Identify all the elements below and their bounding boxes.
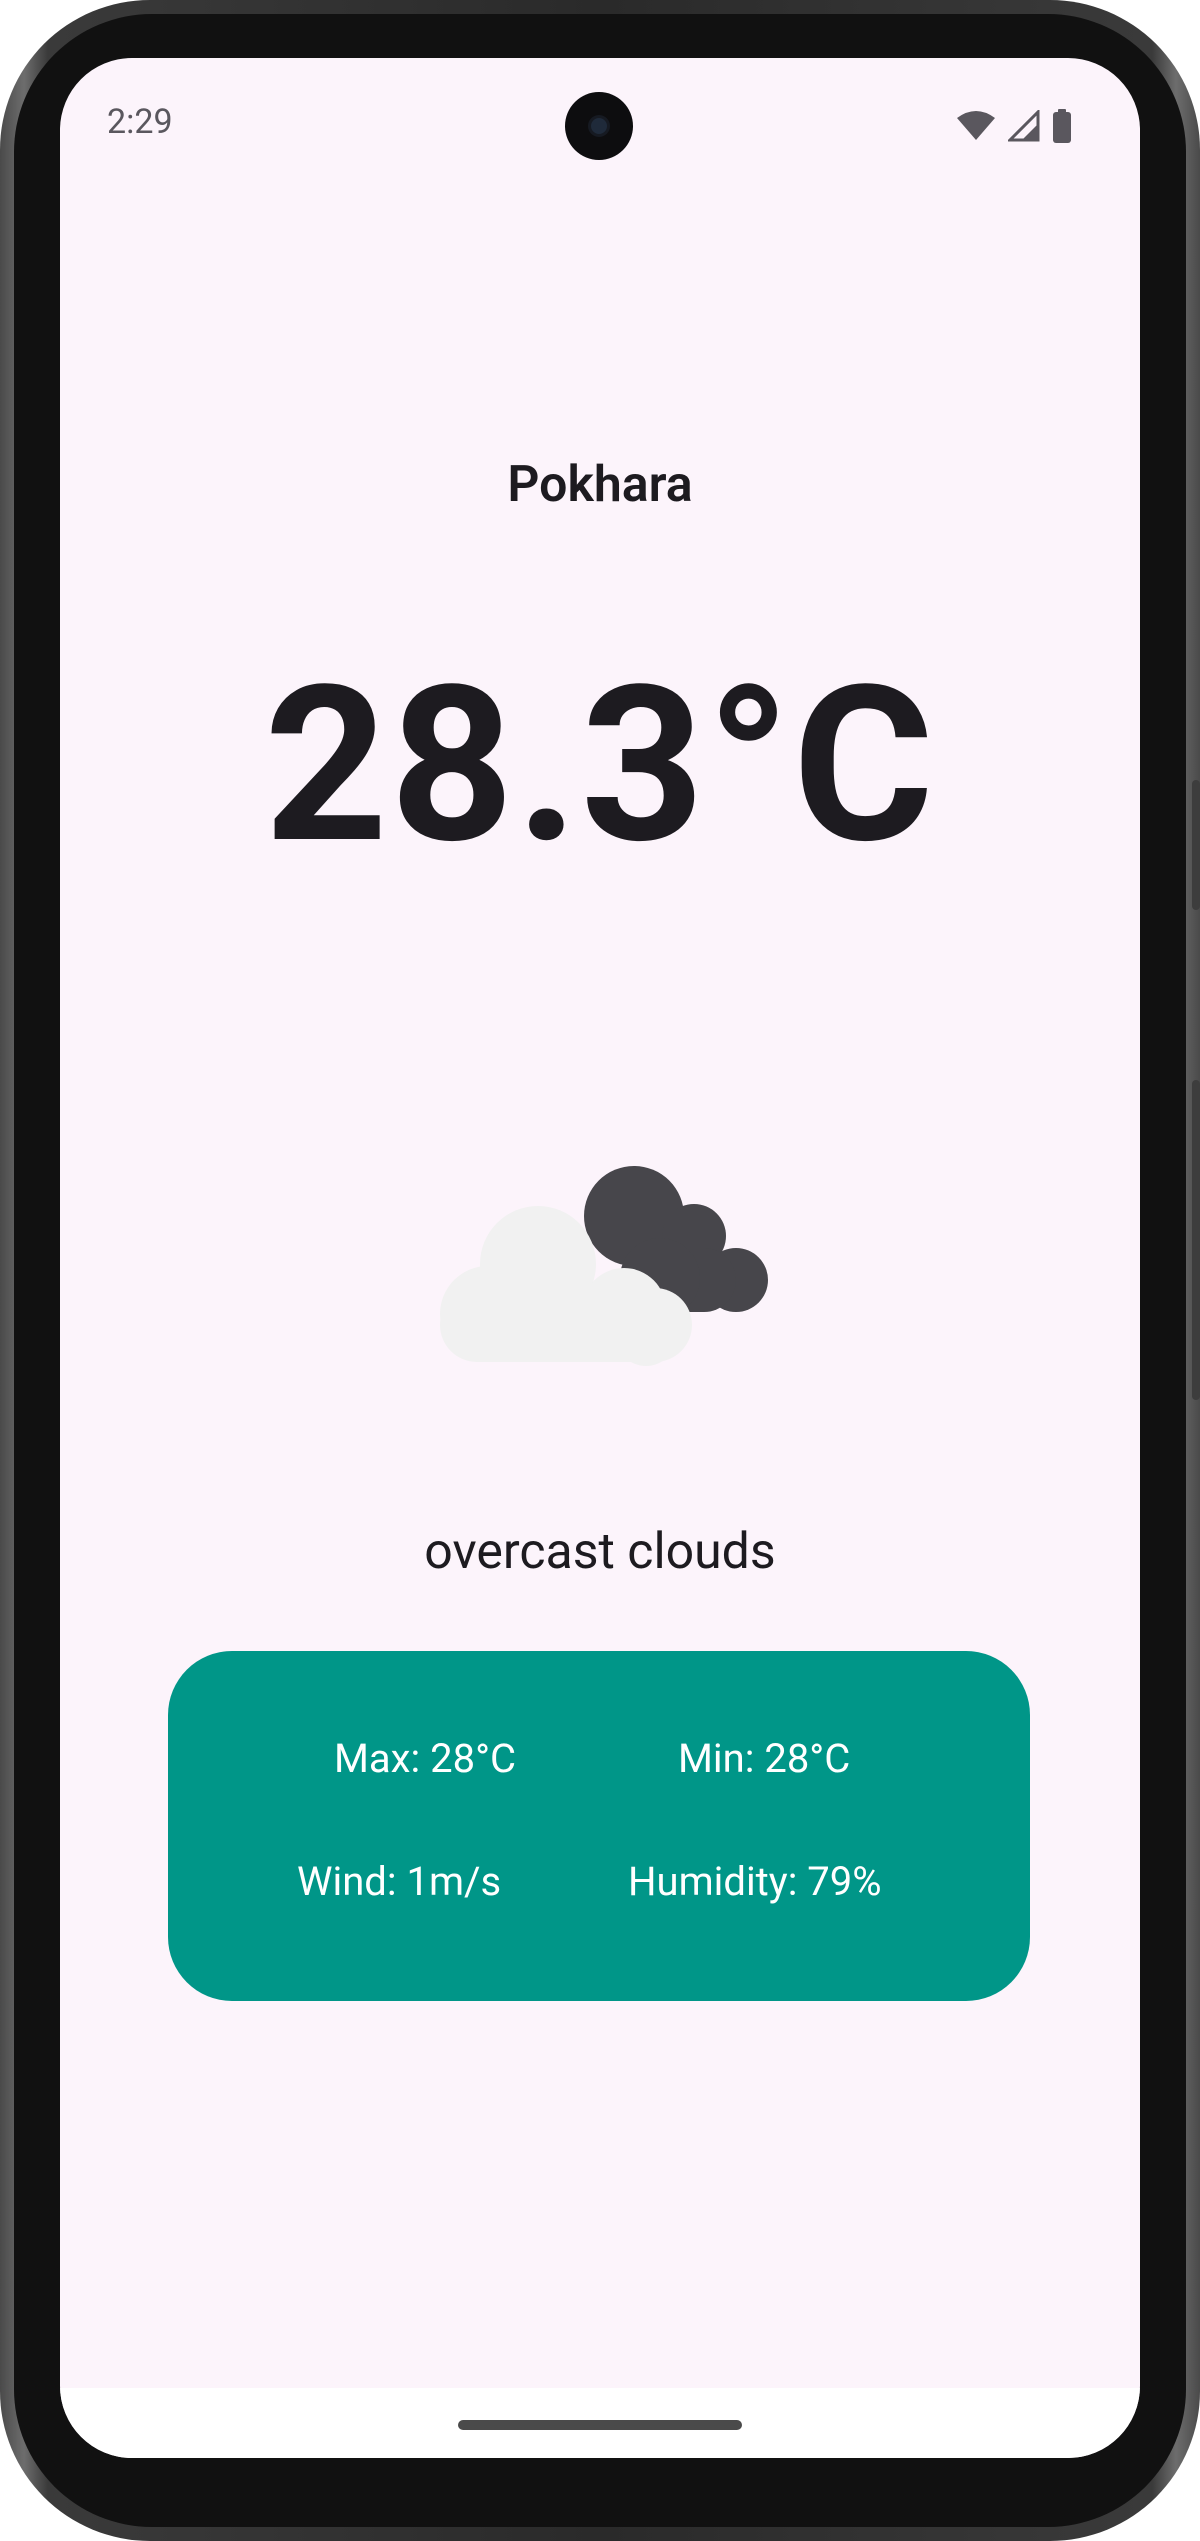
app-screen: 2:29 Pokhara 28.3°C overcast clouds Max:… — [60, 58, 1140, 2458]
home-indicator[interactable] — [458, 2420, 742, 2430]
volume-button — [1192, 780, 1200, 910]
humidity: Humidity: 79% — [628, 1858, 882, 1905]
wifi-icon — [957, 111, 995, 140]
wind-speed: Wind: 1m/s — [297, 1858, 502, 1905]
max-temperature: Max: 28°C — [334, 1735, 517, 1782]
weather-stats-card: Max: 28°C Min: 28°C Wind: 1m/s Humidity:… — [168, 1651, 1030, 2001]
min-temperature: Min: 28°C — [678, 1735, 851, 1782]
status-time: 2:29 — [107, 102, 173, 142]
front-camera — [565, 92, 633, 160]
phone-frame: 2:29 Pokhara 28.3°C overcast clouds Max:… — [0, 0, 1200, 2541]
signal-icon — [1008, 110, 1040, 142]
weather-description: overcast clouds — [424, 1523, 776, 1581]
overcast-clouds-icon — [440, 1166, 768, 1366]
city-name: Pokhara — [507, 456, 693, 514]
battery-icon — [1053, 109, 1071, 143]
current-temperature: 28.3°C — [264, 639, 936, 892]
camera-lens — [591, 118, 607, 134]
status-icons — [956, 106, 1072, 146]
power-button — [1192, 1080, 1200, 1400]
